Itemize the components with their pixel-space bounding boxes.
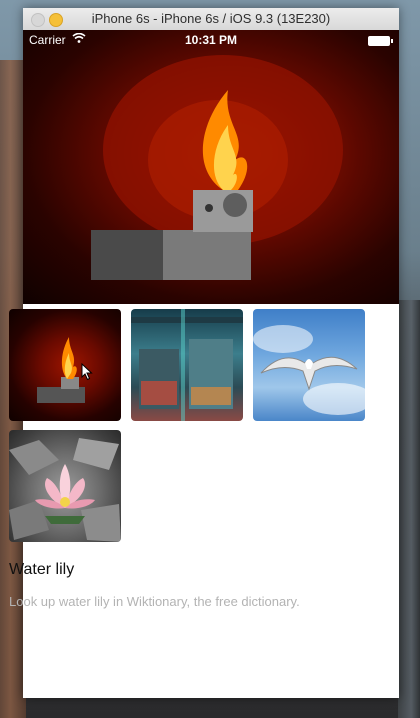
window-titlebar: iPhone 6s - iPhone 6s / iOS 9.3 (13E230) <box>23 8 399 31</box>
lighter-thumbnail-image <box>37 337 85 403</box>
lighter-flame-illustration <box>91 55 343 280</box>
detail-title: Water lily <box>9 561 75 578</box>
graffiti-thumbnail-image <box>131 309 243 421</box>
desktop-background-right <box>398 300 420 718</box>
detail-description[interactable]: Look up water lily in Wiktionary, the fr… <box>9 594 300 609</box>
thumbnail-seagull[interactable] <box>253 309 365 421</box>
thumbnail-lighter[interactable] <box>9 309 121 421</box>
thumbnail-graffiti-room[interactable] <box>131 309 243 421</box>
mouse-cursor-icon <box>81 363 93 381</box>
water-lily-thumbnail-image <box>9 438 121 542</box>
thumbnail-water-lily[interactable] <box>9 430 121 542</box>
hero-image <box>23 30 399 304</box>
window-title: iPhone 6s - iPhone 6s / iOS 9.3 (13E230) <box>91 11 331 26</box>
ios-status-bar: Carrier 10:31 PM <box>23 30 399 50</box>
seagull-thumbnail-image <box>253 325 365 415</box>
status-time: 10:31 PM <box>184 33 238 47</box>
battery-icon <box>368 36 393 46</box>
